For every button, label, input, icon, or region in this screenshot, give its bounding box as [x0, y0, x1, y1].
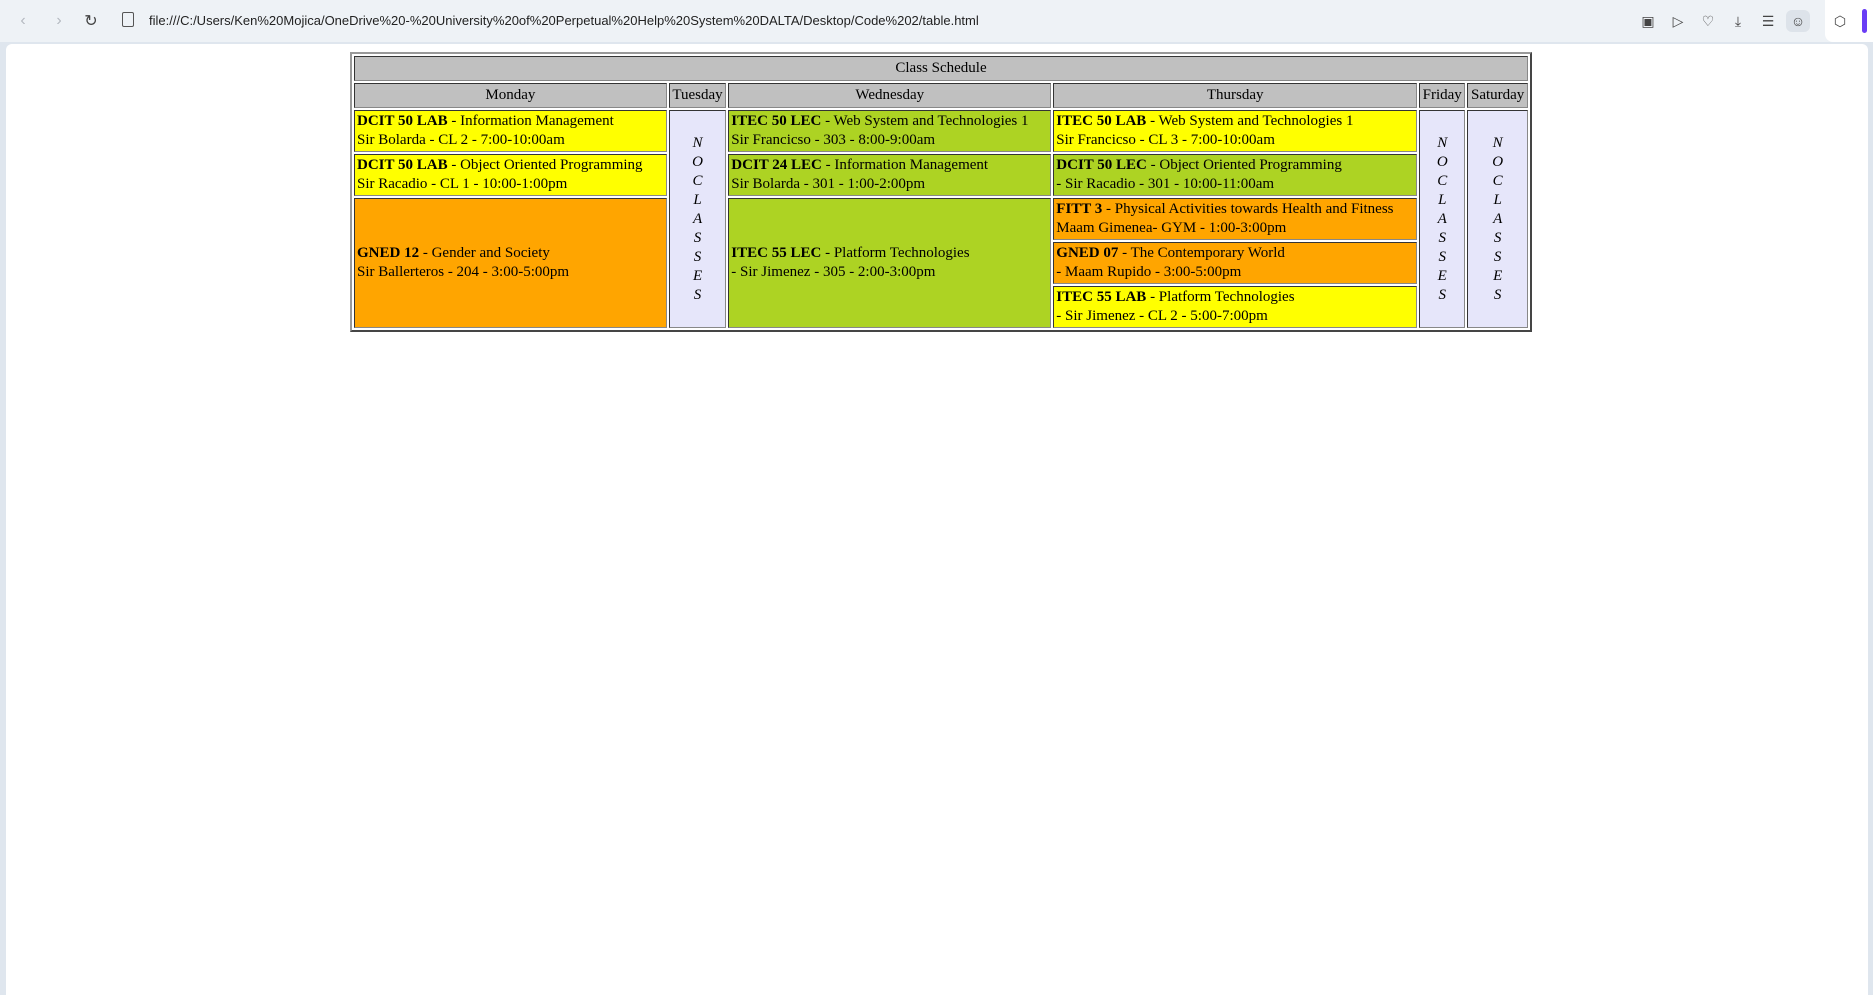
class-detail: Sir Francicso - 303 - 8:00-9:00am — [731, 132, 936, 148]
class-code: DCIT 50 LAB — [357, 157, 448, 173]
day-header-thursday: Thursday — [1053, 83, 1418, 108]
class-cell-wednesday-1: ITEC 50 LEC - Web System and Technologie… — [728, 110, 1052, 152]
no-classes-letter: A — [1437, 210, 1447, 227]
play-icon[interactable]: ▷ — [1666, 10, 1690, 32]
no-classes-letter: E — [1437, 267, 1447, 284]
class-detail: - Maam Rupido - 3:00-5:00pm — [1056, 264, 1242, 280]
class-code: GNED 07 — [1056, 245, 1119, 261]
schedule-caption: Class Schedule — [354, 56, 1528, 81]
class-title: - Gender and Society — [419, 245, 550, 261]
class-code: DCIT 50 LAB — [357, 113, 448, 129]
class-title: - Web System and Technologies 1 — [821, 113, 1029, 129]
page-icon — [122, 12, 134, 27]
no-classes-letter: S — [1438, 248, 1446, 265]
class-title: - Information Management — [447, 113, 614, 129]
day-header-friday: Friday — [1419, 83, 1466, 108]
reload-icon[interactable]: ↻ — [78, 9, 104, 33]
class-title: - The Contemporary World — [1118, 245, 1285, 261]
class-code: ITEC 50 LEC — [731, 113, 822, 129]
no-classes-letter: C — [1492, 172, 1503, 189]
heart-icon[interactable]: ♡ — [1696, 10, 1720, 32]
class-detail: Sir Francicso - CL 3 - 7:00-10:00am — [1056, 132, 1275, 148]
no-classes-letter: S — [693, 248, 702, 265]
class-code: ITEC 55 LEC — [731, 245, 822, 261]
back-icon[interactable]: ‹ — [10, 9, 36, 33]
page-viewport: Class Schedule Monday Tuesday Wednesday … — [6, 44, 1868, 995]
no-classes-letter: S — [693, 229, 702, 246]
class-detail: Sir Ballerteros - 204 - 3:00-5:00pm — [357, 264, 570, 280]
class-title: - Platform Technologies — [821, 245, 970, 261]
address-bar[interactable]: file:///C:/Users/Ken%20Mojica/OneDrive%2… — [149, 12, 979, 30]
class-code: ITEC 50 LAB — [1056, 113, 1147, 129]
no-classes-letter: S — [693, 286, 702, 303]
no-classes-letter: N — [692, 134, 703, 151]
class-cell-monday-2: DCIT 50 LAB - Object Oriented Programmin… — [354, 154, 667, 196]
class-cell-wednesday-3: ITEC 55 LEC - Platform Technologies - Si… — [728, 198, 1052, 328]
download-icon[interactable]: ⤓ — [1726, 10, 1750, 32]
class-detail: Sir Bolarda - CL 2 - 7:00-10:00am — [357, 132, 565, 148]
no-classes-letter: N — [1492, 134, 1503, 151]
no-classes-letter: S — [1493, 229, 1502, 246]
no-classes-letter: S — [1493, 286, 1502, 303]
class-title: - Object Oriented Programming — [447, 157, 643, 173]
no-classes-saturday: N O C L A S S E S — [1467, 110, 1528, 328]
class-code: DCIT 24 LEC — [731, 157, 822, 173]
no-classes-letter: E — [692, 267, 703, 284]
class-cell-thursday-4: GNED 07 - The Contemporary World - Maam … — [1053, 242, 1418, 284]
class-detail: Sir Racadio - CL 1 - 10:00-1:00pm — [357, 176, 568, 192]
no-classes-letter: S — [1438, 229, 1446, 246]
day-header-wednesday: Wednesday — [728, 83, 1052, 108]
no-classes-letter: S — [1438, 286, 1446, 303]
menu-icon[interactable]: ☰ — [1756, 10, 1780, 32]
class-schedule-table: Class Schedule Monday Tuesday Wednesday … — [350, 52, 1532, 332]
class-title: - Object Oriented Programming — [1146, 157, 1342, 173]
no-classes-letter: N — [1437, 134, 1448, 151]
class-cell-thursday-2: DCIT 50 LEC - Object Oriented Programmin… — [1053, 154, 1418, 196]
class-detail: Sir Bolarda - 301 - 1:00-2:00pm — [731, 176, 926, 192]
no-classes-letter: O — [1492, 153, 1504, 170]
class-cell-thursday-1: ITEC 50 LAB - Web System and Technologie… — [1053, 110, 1418, 152]
profile-icon[interactable]: ☺ — [1786, 10, 1810, 32]
class-title: - Information Management — [821, 157, 989, 173]
no-classes-letter: S — [1493, 248, 1502, 265]
class-code: DCIT 50 LEC — [1056, 157, 1147, 173]
no-classes-letter: C — [1437, 172, 1448, 189]
no-classes-letter: A — [1493, 210, 1503, 227]
no-classes-letter: C — [692, 172, 703, 189]
no-classes-letter: L — [693, 191, 702, 208]
day-header-saturday: Saturday — [1467, 83, 1528, 108]
class-cell-thursday-5: ITEC 55 LAB - Platform Technologies - Si… — [1053, 286, 1418, 328]
no-classes-tuesday: N O C L A S S E S — [668, 110, 727, 328]
class-detail: - Sir Racadio - 301 - 10:00-11:00am — [1056, 176, 1275, 192]
day-header-monday: Monday — [354, 83, 667, 108]
no-classes-letter: E — [1493, 267, 1503, 284]
browser-toolbar: ‹ › ↻ file:///C:/Users/Ken%20Mojica/OneD… — [0, 0, 1873, 42]
class-title: - Web System and Technologies 1 — [1146, 113, 1354, 129]
no-classes-letter: L — [1493, 191, 1502, 208]
class-code: ITEC 55 LAB — [1056, 289, 1147, 305]
class-cell-wednesday-2: DCIT 24 LEC - Information Management Sir… — [728, 154, 1052, 196]
class-code: FITT 3 — [1056, 201, 1103, 217]
class-detail: - Sir Jimenez - CL 2 - 5:00-7:00pm — [1056, 308, 1268, 324]
forward-icon[interactable]: › — [46, 9, 72, 33]
class-cell-thursday-3: FITT 3 - Physical Activities towards Hea… — [1053, 198, 1418, 240]
day-header-tuesday: Tuesday — [668, 83, 727, 108]
class-cell-monday-1: DCIT 50 LAB - Information Management Sir… — [354, 110, 667, 152]
no-classes-letter: L — [1438, 191, 1447, 208]
class-code: GNED 12 — [357, 245, 420, 261]
class-cell-monday-3: GNED 12 - Gender and Society Sir Ballert… — [354, 198, 667, 328]
class-title: - Platform Technologies — [1146, 289, 1295, 305]
class-detail: Maam Gimenea- GYM - 1:00-3:00pm — [1056, 220, 1287, 236]
no-classes-friday: N O C L A S S E S — [1419, 110, 1466, 328]
no-classes-letter: A — [692, 210, 703, 227]
class-title: - Physical Activities towards Health and… — [1102, 201, 1394, 217]
class-detail: - Sir Jimenez - 305 - 2:00-3:00pm — [731, 264, 936, 280]
cube-icon[interactable]: ⬡ — [1828, 10, 1852, 32]
no-classes-letter: O — [1436, 153, 1448, 170]
no-classes-letter: O — [692, 153, 703, 170]
camera-icon[interactable]: ▣ — [1636, 10, 1660, 32]
sidebar-accent — [1862, 9, 1867, 33]
